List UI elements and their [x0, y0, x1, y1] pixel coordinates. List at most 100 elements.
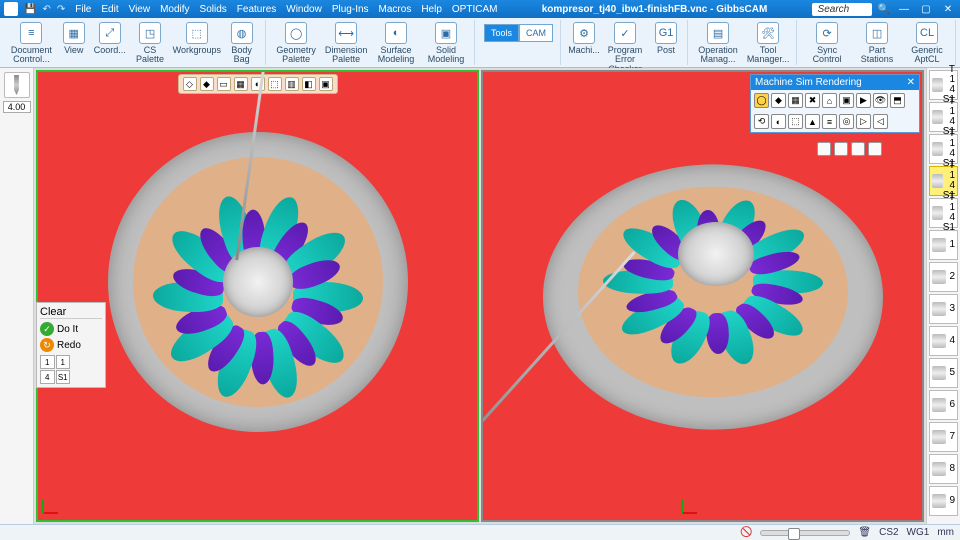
ribbon-geometry-palette[interactable]: ◯Geometry Palette — [272, 20, 320, 67]
ribbon-workgroups[interactable]: ⬚Workgroups — [173, 20, 220, 57]
op-list-item[interactable]: 7 — [929, 422, 958, 452]
ribbon-dimension-palette[interactable]: ⟷Dimension Palette — [322, 20, 370, 67]
op-label: 7 — [949, 432, 955, 442]
menu-help[interactable]: Help — [421, 4, 442, 15]
sim-panel-close-icon[interactable]: ✕ — [907, 77, 915, 88]
sim-btn[interactable]: ⬒ — [890, 93, 905, 108]
tool-diameter-input[interactable] — [3, 101, 31, 113]
viewport-left[interactable]: ◇◆▭▦◐⬚▥◧▣ — [36, 70, 479, 522]
op-list-item[interactable]: 6 — [929, 390, 958, 420]
ribbon-coord-[interactable]: ⤢Coord... — [93, 20, 127, 57]
search-icon[interactable]: 🔍 — [878, 4, 890, 15]
status-trash-icon[interactable]: 🗑 — [858, 527, 871, 538]
maximize-button[interactable]: ▢ — [918, 4, 934, 15]
minimize-button[interactable]: — — [896, 4, 912, 15]
vp-btn[interactable]: ▦ — [234, 77, 248, 91]
clear-slot[interactable]: 1 — [56, 355, 71, 369]
mini-btn[interactable] — [868, 142, 882, 156]
vp-btn[interactable]: ◇ — [183, 77, 197, 91]
redo-button[interactable]: ↻Redo — [40, 337, 102, 353]
vp-btn[interactable]: ▭ — [217, 77, 231, 91]
sim-btn[interactable]: ▶ — [856, 93, 871, 108]
sim-btn[interactable]: ⌂ — [822, 93, 837, 108]
op-list-item[interactable]: 5 — [929, 358, 958, 388]
vp-btn[interactable]: ▥ — [285, 77, 299, 91]
op-list-item[interactable]: T 14S1 — [929, 198, 958, 228]
clear-slot[interactable]: 4 — [40, 370, 55, 384]
status-wg[interactable]: WG1 — [907, 527, 930, 538]
close-button[interactable]: ✕ — [940, 4, 956, 15]
ribbon-machi-[interactable]: ⚙Machi... — [567, 20, 601, 57]
search-input[interactable]: Search — [812, 3, 872, 16]
menu-opticam[interactable]: OPTICAM — [452, 4, 498, 15]
status-stop-icon[interactable]: 🚫 — [740, 527, 752, 538]
menu-plug-ins[interactable]: Plug-Ins — [332, 4, 369, 15]
status-cs[interactable]: CS2 — [879, 527, 898, 538]
ribbon-surface-modeling[interactable]: ◐Surface Modeling — [372, 20, 420, 67]
menu-features[interactable]: Features — [237, 4, 276, 15]
op-list-item[interactable]: 4 — [929, 326, 958, 356]
sim-btn[interactable]: ✖ — [805, 93, 820, 108]
clear-slot[interactable]: S1 — [56, 370, 71, 384]
op-list-item[interactable]: 1 — [929, 230, 958, 260]
menu-file[interactable]: File — [75, 4, 91, 15]
menu-edit[interactable]: Edit — [101, 4, 118, 15]
ribbon-document-control-[interactable]: ≡Document Control... — [8, 20, 55, 67]
op-list-item[interactable]: 8 — [929, 454, 958, 484]
vp-btn[interactable]: ▣ — [319, 77, 333, 91]
ribbon-tab-cam[interactable]: CAM — [519, 24, 553, 42]
sim-btn[interactable]: ⬚ — [788, 114, 803, 129]
ribbon-icon: ◳ — [139, 22, 161, 44]
active-tool-icon[interactable] — [4, 72, 30, 98]
vp-btn[interactable]: ⬚ — [268, 77, 282, 91]
clear-slot[interactable]: 1 — [40, 355, 55, 369]
menu-macros[interactable]: Macros — [379, 4, 412, 15]
sim-btn[interactable]: ▲ — [805, 114, 820, 129]
ribbon-icon: ▤ — [707, 22, 729, 44]
vp-btn[interactable]: ◆ — [200, 77, 214, 91]
ribbon-body-bag[interactable]: ◍Body Bag — [222, 20, 261, 67]
sim-btn[interactable]: ▦ — [788, 93, 803, 108]
qat-undo-icon[interactable]: ↶ — [42, 4, 50, 15]
menu-modify[interactable]: Modify — [160, 4, 189, 15]
sim-btn[interactable]: ≡ — [822, 114, 837, 129]
op-list-item[interactable]: 9 — [929, 486, 958, 516]
op-tool-icon — [932, 78, 943, 92]
op-list-item[interactable]: 3 — [929, 294, 958, 324]
ribbon-sync-control[interactable]: ⟳Sync Control — [803, 20, 851, 67]
sim-btn[interactable]: ▷ — [856, 114, 871, 129]
mini-btn[interactable] — [817, 142, 831, 156]
ribbon-tab-tools[interactable]: Tools — [484, 24, 519, 42]
sim-btn[interactable]: ⟲ — [754, 114, 769, 129]
op-list-item[interactable]: 2 — [929, 262, 958, 292]
sim-btn[interactable]: ◁ — [873, 114, 888, 129]
menu-view[interactable]: View — [129, 4, 151, 15]
impeller-hub — [223, 247, 293, 317]
ribbon-solid-modeling[interactable]: ▣Solid Modeling — [422, 20, 470, 67]
ribbon-post[interactable]: G1Post — [649, 20, 683, 57]
vp-btn[interactable]: ◧ — [302, 77, 316, 91]
mini-btn[interactable] — [834, 142, 848, 156]
ribbon-tool-manager-[interactable]: 🛠Tool Manager... — [744, 20, 792, 67]
sim-btn[interactable]: ◐ — [771, 114, 786, 129]
qat-save-icon[interactable]: 💾 — [24, 4, 36, 15]
menu-window[interactable]: Window — [286, 4, 322, 15]
ribbon-view[interactable]: ▦View — [57, 20, 91, 57]
do-it-button[interactable]: ✓Do It — [40, 321, 102, 337]
ribbon-generic-aptcl[interactable]: CLGeneric AptCL — [903, 20, 951, 67]
ribbon-part-stations[interactable]: ◫Part Stations — [853, 20, 901, 67]
sim-btn[interactable]: ◯ — [754, 93, 769, 108]
sim-btn[interactable]: 👁 — [873, 93, 888, 108]
status-slider[interactable] — [760, 530, 850, 536]
sim-btn[interactable]: ▣ — [839, 93, 854, 108]
ribbon-operation-manag-[interactable]: ▤Operation Manag... — [694, 20, 742, 67]
ribbon-cs-palette[interactable]: ◳CS Palette — [129, 20, 172, 67]
menu-solids[interactable]: Solids — [200, 4, 227, 15]
mini-btn[interactable] — [851, 142, 865, 156]
op-label: 1 — [949, 240, 955, 250]
sim-btn[interactable]: ◆ — [771, 93, 786, 108]
status-unit[interactable]: mm — [937, 527, 954, 538]
viewport-right[interactable]: Machine Sim Rendering ✕ ◯◆▦✖⌂▣▶👁⬒ ⟲◐⬚▲≡◎… — [481, 70, 924, 522]
sim-btn[interactable]: ◎ — [839, 114, 854, 129]
qat-redo-icon[interactable]: ↷ — [57, 4, 65, 15]
